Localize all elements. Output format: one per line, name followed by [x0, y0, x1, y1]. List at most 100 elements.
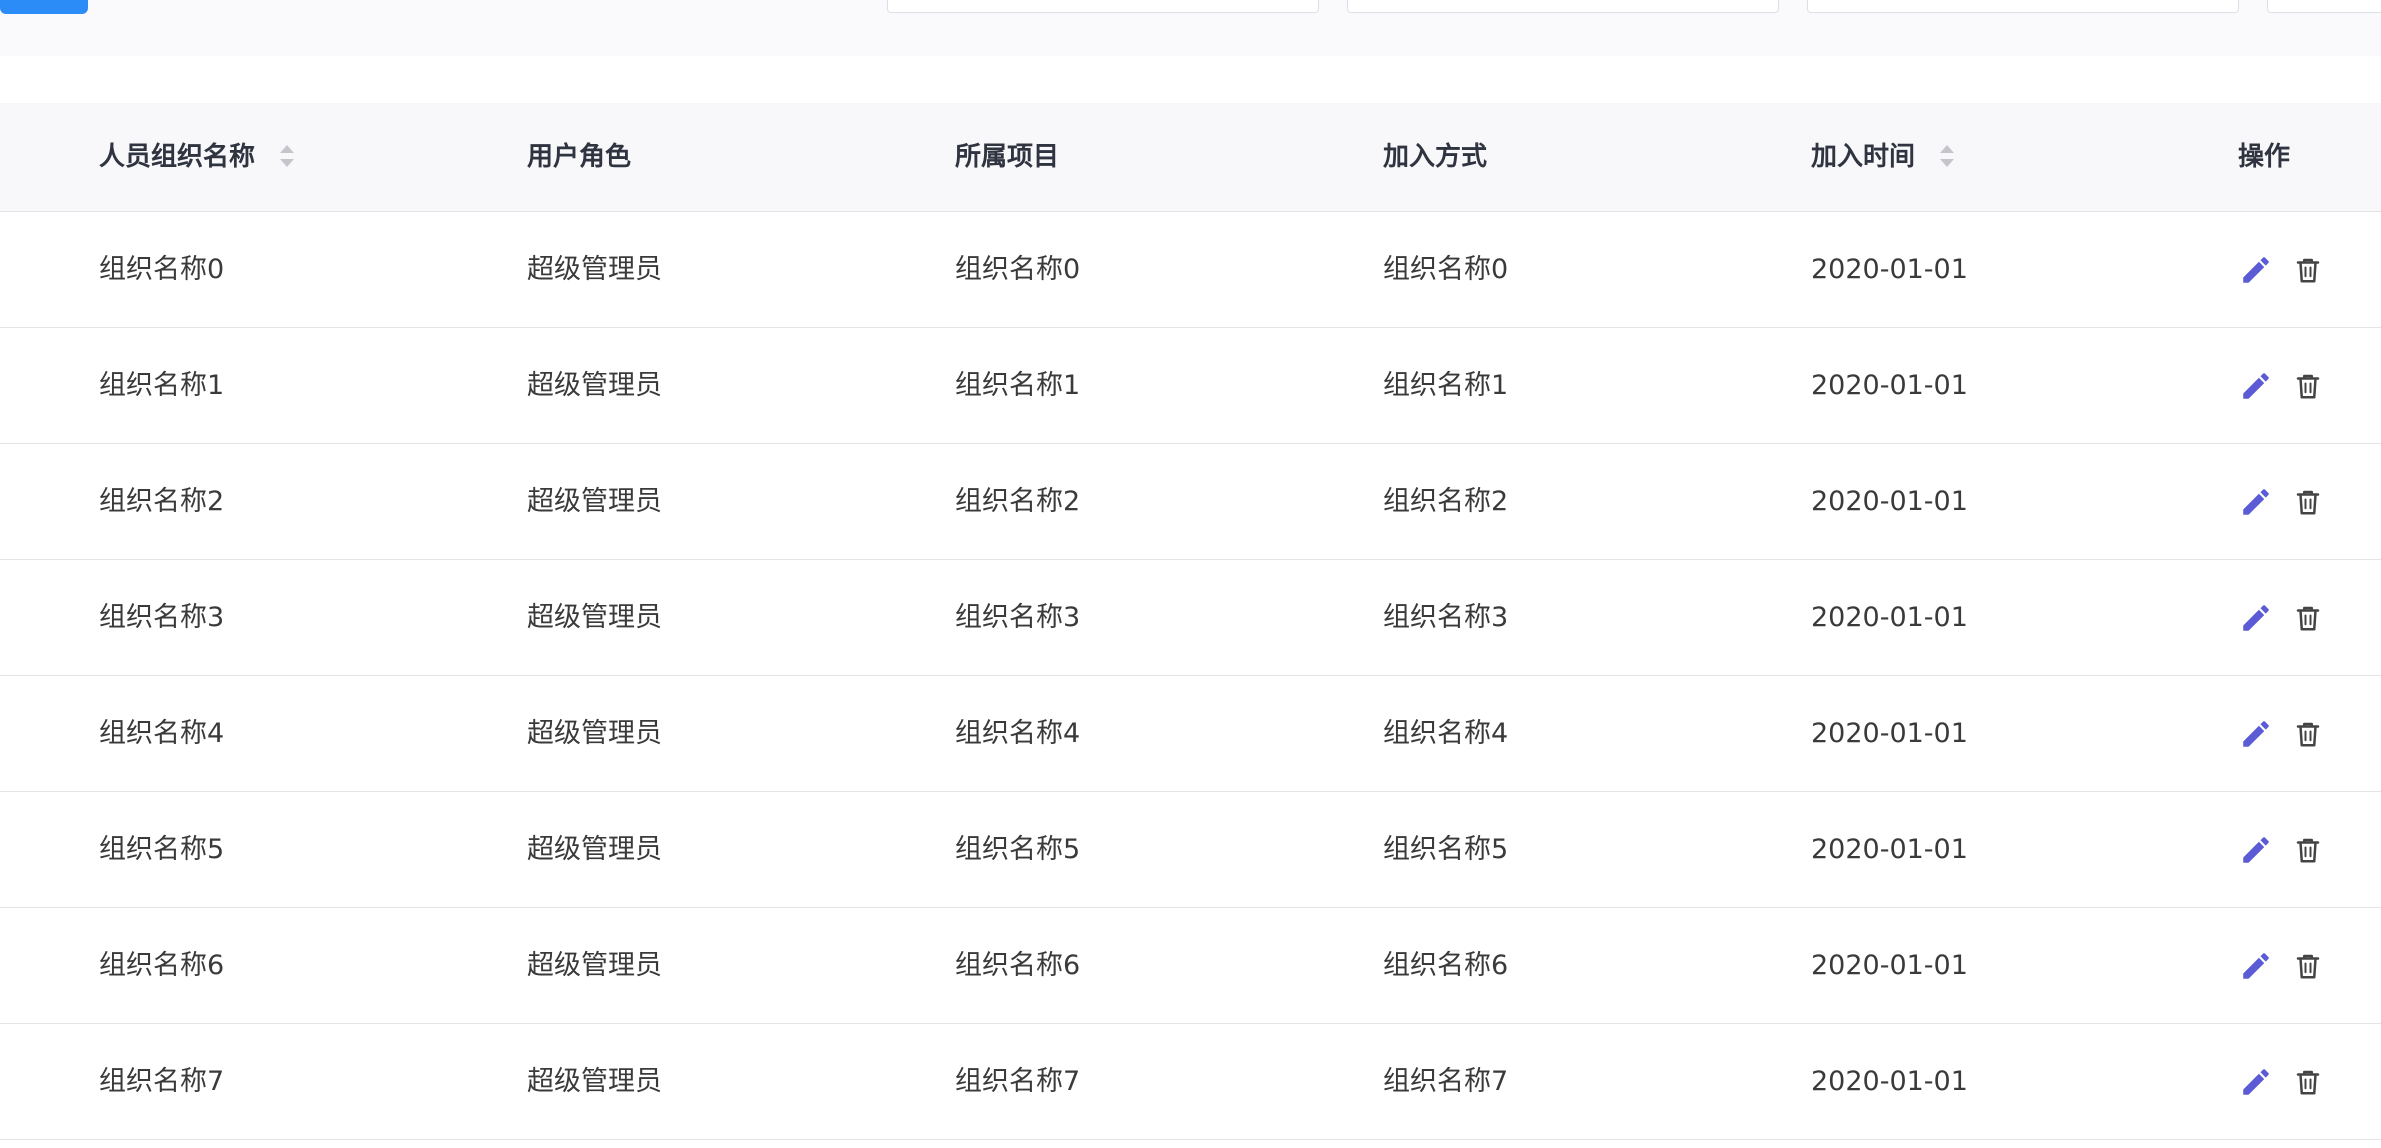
cell-role: 超级管理员	[527, 486, 662, 517]
cell-role: 超级管理员	[527, 950, 662, 981]
table-row: 组织名称1 超级管理员 组织名称1 组织名称1 2020-01-01	[0, 328, 2381, 444]
row-actions	[2238, 444, 2326, 559]
table-row: 组织名称4 超级管理员 组织名称4 组织名称4 2020-01-01	[0, 676, 2381, 792]
pencil-icon	[2243, 952, 2269, 979]
delete-button[interactable]	[2290, 368, 2326, 404]
table-body: 组织名称0 超级管理员 组织名称0 组织名称0 2020-01-01 组织名称1…	[0, 212, 2381, 1140]
cell-join-time: 2020-01-01	[1811, 950, 1968, 981]
edit-button[interactable]	[2238, 368, 2274, 404]
cell-role: 超级管理员	[527, 1066, 662, 1097]
pencil-icon	[2243, 256, 2269, 283]
row-actions	[2238, 560, 2326, 675]
delete-button[interactable]	[2290, 600, 2326, 636]
delete-button[interactable]	[2290, 832, 2326, 868]
pencil-icon	[2243, 836, 2269, 863]
column-header-join-method: 加入方式	[1383, 142, 1488, 172]
cell-role: 超级管理员	[527, 370, 662, 401]
cell-project: 组织名称1	[955, 370, 1081, 401]
trash-icon	[2296, 374, 2320, 398]
delete-button[interactable]	[2290, 716, 2326, 752]
cell-project: 组织名称2	[955, 486, 1081, 517]
edit-button[interactable]	[2238, 716, 2274, 752]
delete-button[interactable]	[2290, 484, 2326, 520]
pencil-icon	[2243, 372, 2269, 399]
edit-button[interactable]	[2238, 600, 2274, 636]
filter-input-2[interactable]	[1347, 0, 1779, 13]
trash-icon	[2296, 490, 2320, 514]
row-actions	[2238, 676, 2326, 791]
row-actions	[2238, 212, 2326, 327]
filter-input-4[interactable]	[2267, 0, 2381, 13]
column-header-label: 人员组织名称	[99, 142, 256, 172]
cell-org-name: 组织名称6	[99, 950, 225, 981]
edit-button[interactable]	[2238, 252, 2274, 288]
cell-join-method: 组织名称5	[1383, 834, 1509, 865]
cell-org-name: 组织名称4	[99, 718, 225, 749]
cell-project: 组织名称7	[955, 1066, 1081, 1097]
row-actions	[2238, 792, 2326, 907]
edit-button[interactable]	[2238, 484, 2274, 520]
cell-role: 超级管理员	[527, 834, 662, 865]
edit-button[interactable]	[2238, 832, 2274, 868]
delete-button[interactable]	[2290, 1064, 2326, 1100]
cell-org-name: 组织名称5	[99, 834, 225, 865]
cell-join-method: 组织名称3	[1383, 602, 1509, 633]
column-header-actions: 操作	[2238, 142, 2291, 172]
cell-join-time: 2020-01-01	[1811, 370, 1968, 401]
filter-bar	[0, 0, 2381, 56]
row-actions	[2238, 908, 2326, 1023]
column-header-project: 所属项目	[955, 142, 1060, 172]
cell-org-name: 组织名称0	[99, 254, 225, 285]
column-header-label: 加入时间	[1811, 142, 1916, 172]
cell-join-time: 2020-01-01	[1811, 1066, 1968, 1097]
cell-join-time: 2020-01-01	[1811, 718, 1968, 749]
edit-button[interactable]	[2238, 1064, 2274, 1100]
primary-action-button[interactable]	[0, 0, 88, 14]
pencil-icon	[2243, 604, 2269, 631]
cell-org-name: 组织名称1	[99, 370, 225, 401]
trash-icon	[2296, 954, 2320, 978]
trash-icon	[2296, 606, 2320, 630]
cell-join-time: 2020-01-01	[1811, 486, 1968, 517]
cell-org-name: 组织名称2	[99, 486, 225, 517]
column-header-join-time[interactable]: 加入时间	[1811, 103, 1956, 211]
row-actions	[2238, 328, 2326, 443]
member-table: 人员组织名称 用户角色 所属项目 加入方式 加入时间 操作 组织名称0 超级管理…	[0, 103, 2381, 1140]
cell-join-method: 组织名称1	[1383, 370, 1509, 401]
table-row: 组织名称5 超级管理员 组织名称5 组织名称5 2020-01-01	[0, 792, 2381, 908]
cell-join-method: 组织名称2	[1383, 486, 1509, 517]
pencil-icon	[2243, 720, 2269, 747]
row-actions	[2238, 1024, 2326, 1139]
cell-role: 超级管理员	[527, 718, 662, 749]
pencil-icon	[2243, 488, 2269, 515]
table-row: 组织名称6 超级管理员 组织名称6 组织名称6 2020-01-01	[0, 908, 2381, 1024]
column-header-role: 用户角色	[527, 142, 632, 172]
table-row: 组织名称0 超级管理员 组织名称0 组织名称0 2020-01-01	[0, 212, 2381, 328]
cell-join-method: 组织名称7	[1383, 1066, 1509, 1097]
delete-button[interactable]	[2290, 252, 2326, 288]
sort-icon[interactable]	[278, 142, 296, 170]
cell-join-method: 组织名称4	[1383, 718, 1509, 749]
edit-button[interactable]	[2238, 948, 2274, 984]
cell-project: 组织名称4	[955, 718, 1081, 749]
cell-join-time: 2020-01-01	[1811, 834, 1968, 865]
table-row: 组织名称2 超级管理员 组织名称2 组织名称2 2020-01-01	[0, 444, 2381, 560]
cell-project: 组织名称6	[955, 950, 1081, 981]
cell-join-method: 组织名称0	[1383, 254, 1509, 285]
cell-org-name: 组织名称7	[99, 1066, 225, 1097]
trash-icon	[2296, 722, 2320, 746]
filter-input-3[interactable]	[1807, 0, 2239, 13]
cell-role: 超级管理员	[527, 254, 662, 285]
cell-project: 组织名称5	[955, 834, 1081, 865]
sort-icon[interactable]	[1938, 142, 1956, 170]
delete-button[interactable]	[2290, 948, 2326, 984]
trash-icon	[2296, 258, 2320, 282]
cell-join-time: 2020-01-01	[1811, 254, 1968, 285]
column-header-org-name[interactable]: 人员组织名称	[99, 103, 296, 211]
cell-org-name: 组织名称3	[99, 602, 225, 633]
cell-join-time: 2020-01-01	[1811, 602, 1968, 633]
filter-input-1[interactable]	[887, 0, 1319, 13]
trash-icon	[2296, 1070, 2320, 1094]
cell-role: 超级管理员	[527, 602, 662, 633]
table-row: 组织名称3 超级管理员 组织名称3 组织名称3 2020-01-01	[0, 560, 2381, 676]
